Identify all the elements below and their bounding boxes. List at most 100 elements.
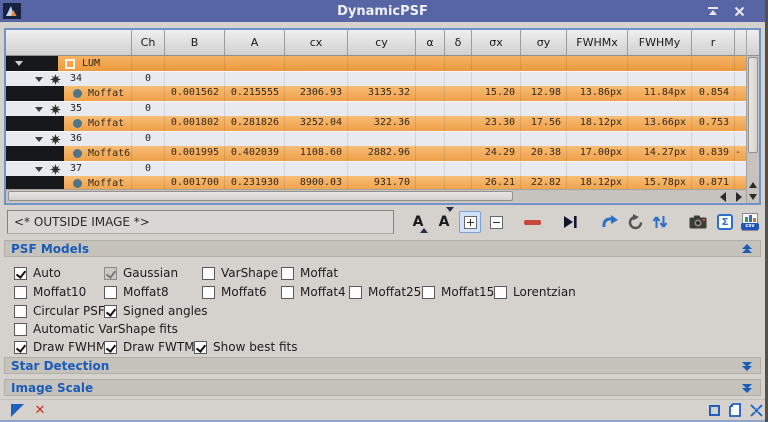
star-channel: 0 — [132, 72, 165, 86]
column-header-sigmay[interactable]: σy — [521, 30, 567, 56]
delete-selected-button[interactable] — [520, 210, 544, 234]
expand-section-icon[interactable] — [742, 361, 752, 371]
column-header-tree[interactable] — [6, 30, 132, 56]
table-row-fit[interactable]: Moffat 0.001802 0.281826 3252.04 322.36 … — [6, 116, 746, 131]
shrink-font-button[interactable]: A — [432, 207, 456, 234]
checkbox-moffat25[interactable]: Moffat25 — [349, 285, 422, 299]
psf-models-body: Auto Gaussian VarShape Moffat Moffat10 M… — [4, 258, 761, 357]
shade-window-button[interactable] — [705, 4, 721, 18]
enlarge-font-button[interactable]: A — [406, 210, 430, 234]
checkbox-auto[interactable]: Auto — [14, 266, 104, 280]
tree-indent — [6, 116, 64, 131]
collapse-section-icon[interactable] — [742, 243, 752, 253]
scroll-left-icon[interactable] — [718, 191, 728, 202]
checkbox-box — [422, 285, 435, 299]
checkbox-moffat8[interactable]: Moffat8 — [104, 285, 202, 299]
collapse-triangle-icon[interactable] — [15, 61, 23, 66]
collapse-triangle-icon[interactable] — [35, 76, 43, 82]
checkbox-draw-fwhm[interactable]: Draw FWHM — [14, 340, 106, 354]
checkbox-show-best-fits[interactable]: Show best fits — [194, 340, 297, 354]
column-header-delta[interactable]: δ — [445, 30, 472, 56]
cell-fwhmy: 13.66px — [628, 116, 692, 131]
sort-stars-button[interactable] — [648, 210, 672, 234]
table-row-group-lum[interactable]: LUM — [6, 56, 746, 71]
collapse-triangle-icon[interactable] — [35, 106, 43, 112]
column-header-ch[interactable]: Ch — [132, 30, 165, 56]
fit-model-icon — [73, 149, 82, 158]
cell-sx: 26.21 — [472, 176, 521, 189]
fit-model-name: Moffat — [88, 177, 125, 189]
column-header-alpha[interactable]: α — [416, 30, 445, 56]
close-icon[interactable] — [731, 4, 747, 18]
table-row-fit[interactable]: Moffat6 0.001995 0.402039 1108.60 2882.9… — [6, 146, 746, 161]
table-row-fit[interactable]: Moffat 0.001700 0.231930 8900.03 931.70 … — [6, 176, 746, 189]
cell-sx: 24.29 — [472, 146, 521, 161]
table-row-star[interactable]: 37 0 — [6, 161, 746, 176]
recalculate-button[interactable] — [623, 210, 647, 234]
column-header-a[interactable]: A — [225, 30, 285, 56]
section-title: Star Detection — [11, 358, 110, 373]
new-instance-icon[interactable] — [10, 403, 24, 417]
table-body: LUM 34 0 Moffat 0.001562 0.215555 2306.9… — [6, 56, 746, 189]
section-image-scale[interactable]: Image Scale — [4, 379, 761, 396]
table-row-star[interactable]: 36 0 — [6, 131, 746, 146]
cancel-icon[interactable]: ✕ — [33, 403, 47, 417]
view-selector-input[interactable] — [7, 210, 394, 234]
horizontal-scrollbar-thumb[interactable] — [8, 191, 513, 201]
column-header-fwhmx[interactable]: FWHMx — [567, 30, 628, 56]
scroll-up-icon[interactable] — [747, 179, 759, 191]
cell-extra — [735, 176, 746, 189]
realtime-preview-icon[interactable] — [707, 403, 721, 417]
checkbox-signed-angles[interactable]: Signed angles — [104, 304, 208, 318]
column-header-b[interactable]: B — [165, 30, 225, 56]
expand-section-icon[interactable] — [742, 383, 752, 393]
section-psf-models[interactable]: PSF Models — [4, 240, 761, 257]
column-header-cx[interactable]: cx — [285, 30, 348, 56]
table-row-fit[interactable]: Moffat 0.001562 0.215555 2306.93 3135.32… — [6, 86, 746, 101]
collapse-triangle-icon[interactable] — [35, 166, 43, 172]
expand-all-button[interactable] — [458, 210, 482, 234]
group-checkbox[interactable] — [65, 58, 75, 69]
section-star-detection[interactable]: Star Detection — [4, 357, 761, 374]
cell-fwhmy: 15.78px — [628, 176, 692, 189]
vertical-scrollbar[interactable] — [746, 30, 759, 203]
checkbox-lorentzian[interactable]: Lorentzian — [494, 285, 576, 299]
checkbox-moffat6[interactable]: Moffat6 — [202, 285, 281, 299]
checkbox-box — [104, 285, 117, 299]
table-row-star[interactable]: 35 0 — [6, 101, 746, 116]
section-title: PSF Models — [11, 241, 89, 256]
shrink-interface-icon[interactable] — [749, 403, 763, 417]
column-header-fwhmy[interactable]: FWHMy — [628, 30, 692, 56]
table-header: Ch B A cx cy α δ σx σy FWHMx FWHMy r — [6, 30, 746, 56]
horizontal-scrollbar[interactable] — [6, 189, 746, 202]
cell-a: 0.215555 — [225, 86, 285, 101]
checkbox-varshape[interactable]: VarShape — [202, 266, 281, 280]
export-csv-button[interactable]: csv — [738, 210, 762, 234]
scroll-right-icon[interactable] — [734, 191, 744, 202]
checkbox-moffat4[interactable]: Moffat4 — [281, 285, 349, 299]
column-header-r[interactable]: r — [692, 30, 735, 56]
documentation-icon[interactable] — [728, 403, 742, 417]
column-header-cy[interactable]: cy — [348, 30, 416, 56]
checkbox-moffat10[interactable]: Moffat10 — [14, 285, 104, 299]
fit-model-name: Moffat — [88, 117, 125, 129]
checkbox-box — [281, 266, 294, 280]
table-row-star[interactable]: 34 0 — [6, 71, 746, 86]
scroll-down-icon[interactable] — [747, 191, 759, 203]
average-star-data-button[interactable]: Σ — [713, 210, 737, 234]
vertical-scrollbar-thumb[interactable] — [748, 57, 758, 153]
collapse-all-button[interactable] — [484, 210, 508, 234]
regenerate-button[interactable] — [598, 210, 622, 234]
checkbox-moffat15[interactable]: Moffat15 — [422, 285, 494, 299]
cell-r: 0.753 — [692, 116, 735, 131]
checkbox-draw-fwtm[interactable]: Draw FWTM — [104, 340, 195, 354]
checkbox-automatic-varshape-fits[interactable]: Automatic VarShape fits — [14, 322, 178, 336]
export-image-camera-button[interactable] — [686, 210, 710, 234]
track-stars-button[interactable] — [558, 210, 582, 234]
checkbox-box — [14, 304, 27, 318]
checkbox-circular-psf[interactable]: Circular PSF — [14, 304, 105, 318]
column-header-sigmax[interactable]: σx — [472, 30, 521, 56]
collapse-triangle-icon[interactable] — [35, 136, 43, 142]
checkbox-gaussian[interactable]: Gaussian — [104, 266, 202, 280]
checkbox-moffat[interactable]: Moffat — [281, 266, 338, 280]
